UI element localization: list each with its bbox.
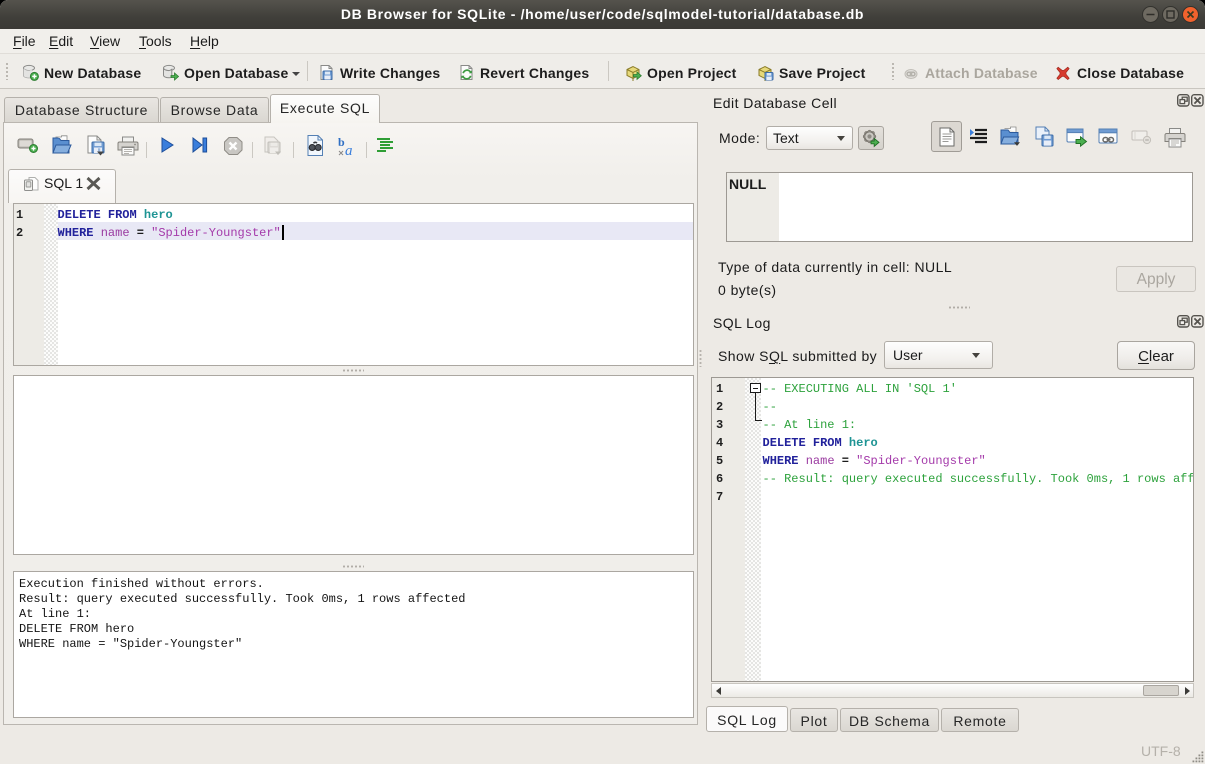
svg-text:a: a xyxy=(345,143,353,159)
svg-text:b: b xyxy=(338,135,345,149)
